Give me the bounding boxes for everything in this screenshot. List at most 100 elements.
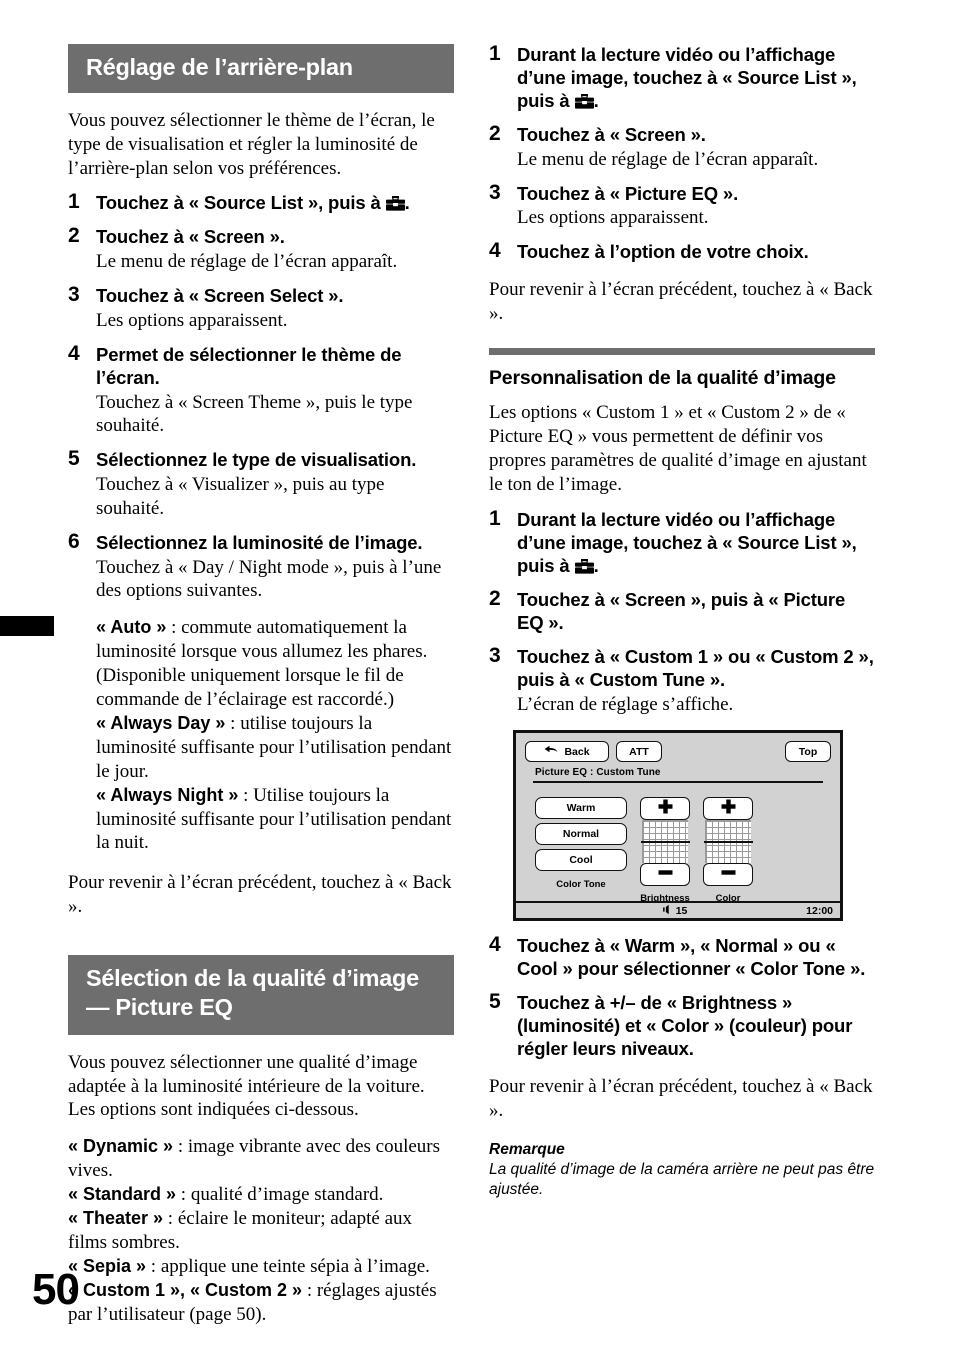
option-sep: : [225,712,241,734]
right-closing-1: Pour revenir à l’écran précédent, touche… [489,279,873,325]
tone-button-normal-label: Normal [562,828,600,841]
step-item: 6 Sélectionnez la luminosité de l’image.… [68,529,454,603]
toolbox-icon [574,559,594,574]
brightness-slider-group: Brightness 0 [640,797,690,917]
back-button[interactable]: Back [525,741,609,763]
step-item: 1 Durant la lecture vidéo ou l’affichage… [489,507,875,578]
step-number: 4 [489,239,501,263]
left-column: Réglage de l’arrière-plan Vous pouvez sé… [68,44,454,1327]
step-heading: Touchez à « Screen ». [517,123,706,145]
step-heading: Durant la lecture vidéo ou l’affichage d… [517,44,875,113]
step-heading: Sélectionnez la luminosité de l’image. [96,531,423,553]
step-heading: Touchez à « Warm », « Normal » ou « Cool… [517,935,866,980]
device-title-divider [533,781,823,784]
step-number: 1 [68,190,80,214]
option-line: « Custom 1 », « Custom 2 » : réglages aj… [68,1279,454,1327]
top-button[interactable]: Top [785,741,831,763]
tone-button-normal[interactable]: Normal [535,823,627,846]
step-heading: Touchez à +/– de « Brightness » (luminos… [517,992,853,1060]
brightness-scale[interactable] [642,820,688,864]
option-term: « Custom 1 », « Custom 2 » [68,1280,303,1301]
color-tone-label: Color Tone [556,879,606,891]
note-heading: Remarque [489,1141,565,1158]
step-item: 3 Touchez à « Custom 1 » ou « Custom 2 »… [489,643,875,717]
device-topbar: Back ATT Top [525,741,831,763]
option-line: « Theater » : éclaire le moniteur; adapt… [68,1207,454,1255]
step-item: 5 Sélectionnez le type de visualisation.… [68,447,454,520]
step-number: 1 [489,507,501,531]
step-item: 3 Touchez à « Screen Select ». Les optio… [68,283,454,333]
step-item: 4 Touchez à l’option de votre choix. [489,239,875,264]
minus-icon [720,864,737,886]
tone-button-cool[interactable]: Cool [535,849,627,872]
subsection-intro: Les options « Custom 1 » et « Custom 2 »… [489,402,867,496]
option-term: « Dynamic » [68,1136,174,1157]
color-minus-button[interactable] [703,863,753,887]
volume-indicator: 15 [663,904,688,918]
device-screen-title: Picture EQ : Custom Tune [535,767,661,779]
step-detail: Touchez à « Visualizer », puis au type s… [96,474,385,519]
band-title-line1: Sélection de la qualité d’image [86,965,419,992]
section1-intro: Vous pouvez sélectionner le thème de l’é… [68,109,435,179]
brightness-minus-button[interactable] [640,863,690,887]
step-number: 2 [489,586,501,610]
device-screen-figure: Back ATT Top Picture EQ : Custom Tune Wa… [513,730,843,922]
speaker-icon [663,904,674,918]
section-rule [489,348,875,355]
step-detail: Les options apparaissent. [96,310,288,332]
clock-display: 12:00 [806,904,833,917]
option-term: « Always Night » [96,784,239,805]
att-button[interactable]: ATT [616,741,662,763]
color-slider-group: Color 0 [703,797,753,917]
step-heading-text: Durant la lecture vidéo ou l’affichage d… [517,44,857,111]
edge-tab-marker [0,616,54,636]
option-sep: : [163,1208,178,1230]
step-number: 5 [489,990,501,1014]
option-sep: : [166,617,182,639]
manual-page: Réglage de l’arrière-plan Vous pouvez sé… [0,0,954,1352]
right-closing-2: Pour revenir à l’écran précédent, touche… [489,1076,873,1122]
step-number: 3 [489,643,501,667]
step-heading: Durant la lecture vidéo ou l’affichage d… [517,509,875,578]
option-line: « Dynamic » : image vibrante avec des co… [68,1135,454,1183]
option-term: « Auto » [96,617,167,638]
top-button-label: Top [798,745,818,758]
step-number: 5 [68,447,80,471]
subsection-heading: Personnalisation de la qualité d’image [489,367,836,389]
step-heading: Touchez à « Screen », puis à « Picture E… [517,588,846,633]
section-band-picture-eq: Sélection de la qualité d’image — Pictur… [68,955,454,1035]
option-line: « Standard » : qualité d’image standard. [68,1183,454,1207]
picture-eq-option-list: « Dynamic » : image vibrante avec des co… [68,1135,454,1327]
option-sep: : [176,1184,191,1206]
step-heading-tail: . [593,555,599,576]
step-heading-text: Touchez à « Source List », puis à [96,192,386,214]
step-heading: Touchez à l’option de votre choix. [517,241,809,263]
tone-button-warm[interactable]: Warm [535,797,627,820]
color-scale[interactable] [705,820,751,864]
option-desc: applique une teinte sépia à l’image. [160,1256,430,1278]
section1-closing: Pour revenir à l’écran précédent, touche… [68,872,452,918]
plus-icon [657,798,674,820]
option-desc: qualité d’image standard. [190,1184,384,1206]
tone-button-cool-label: Cool [569,854,593,867]
band-title-line2: — Picture EQ [86,993,233,1020]
day-night-option-list: « Auto » : commute automatiquement la lu… [68,616,454,855]
option-term: « Standard » [68,1184,177,1205]
step-heading: Touchez à « Source List », puis à . [96,192,454,215]
option-sep: : [173,1136,188,1158]
device-status-bar: 15 12:00 [516,901,840,919]
step-number: 6 [68,529,80,553]
step-heading-text: Durant la lecture vidéo ou l’affichage d… [517,509,857,576]
step-detail: Touchez à « Day / Night mode », puis à l… [96,556,442,602]
back-arrow-icon [544,745,558,759]
option-line: « Always Night » : Utilise toujours la l… [96,784,454,856]
step-item: 4 Permet de sélectionner le thème de l’é… [68,342,454,438]
option-term: « Sepia » [68,1256,147,1277]
brightness-plus-button[interactable] [640,797,690,821]
step-detail: Les options apparaissent. [517,207,709,229]
color-plus-button[interactable] [703,797,753,821]
step-item: 2 Touchez à « Screen », puis à « Picture… [489,586,875,635]
color-tone-group: Warm Normal Cool Color Tone [535,797,627,890]
page-number: 50 [32,1265,80,1314]
volume-value: 15 [675,904,688,917]
